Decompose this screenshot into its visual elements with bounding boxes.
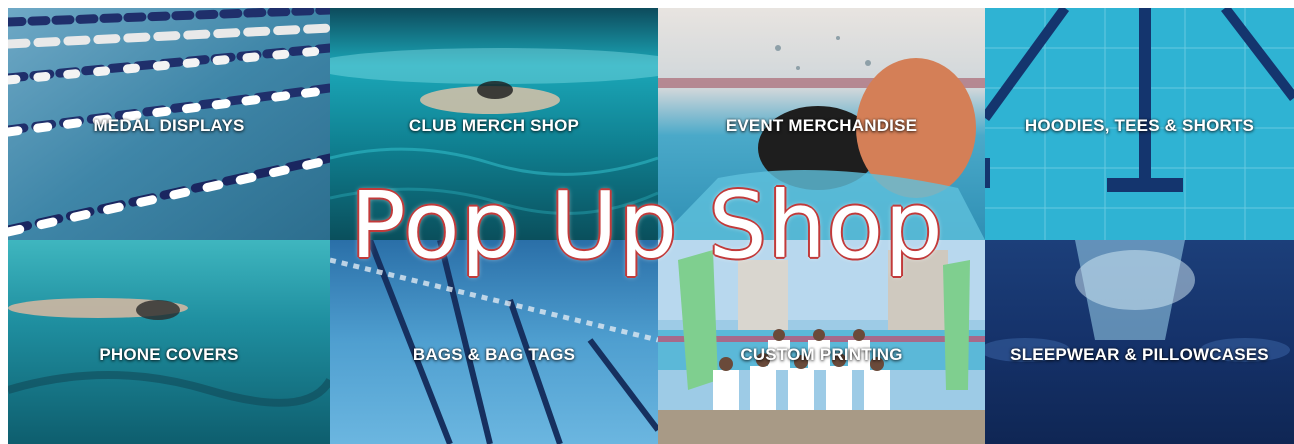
- tile-label: HOODIES, TEES & SHORTS: [1024, 116, 1255, 135]
- underwater-dive-image: [985, 240, 1294, 444]
- team-photo-image: [658, 240, 985, 444]
- tile-event-merchandise[interactable]: EVENT MERCHANDISE: [658, 8, 985, 240]
- tile-label: BAGS & BAG TAGS: [412, 345, 576, 364]
- underwater-swimmer-image: [8, 240, 330, 444]
- tile-label: EVENT MERCHANDISE: [725, 116, 918, 135]
- tile-label: MEDAL DISPLAYS: [93, 116, 245, 135]
- pool-underwater-lanes-image: [330, 240, 658, 444]
- tile-bags-bag-tags[interactable]: BAGS & BAG TAGS: [330, 240, 658, 444]
- tile-label: SLEEPWEAR & PILLOWCASES: [1010, 345, 1269, 364]
- tile-custom-printing[interactable]: CUSTOM PRINTING: [658, 240, 985, 444]
- tile-club-merch-shop[interactable]: CLUB MERCH SHOP: [330, 8, 658, 240]
- tile-label: CUSTOM PRINTING: [740, 345, 903, 364]
- tile-sleepwear-pillowcases[interactable]: SLEEPWEAR & PILLOWCASES: [985, 240, 1294, 444]
- tile-label: CLUB MERCH SHOP: [408, 116, 580, 135]
- tile-label: PHONE COVERS: [99, 345, 239, 364]
- tile-hoodies-tees-shorts[interactable]: HOODIES, TEES & SHORTS: [985, 8, 1294, 240]
- tile-medal-displays[interactable]: MEDAL DISPLAYS: [8, 8, 330, 240]
- category-banner-grid: MEDAL DISPLAYS CLUB MERCH SHOP EVENT MER…: [8, 8, 1294, 444]
- tile-phone-covers[interactable]: PHONE COVERS: [8, 240, 330, 444]
